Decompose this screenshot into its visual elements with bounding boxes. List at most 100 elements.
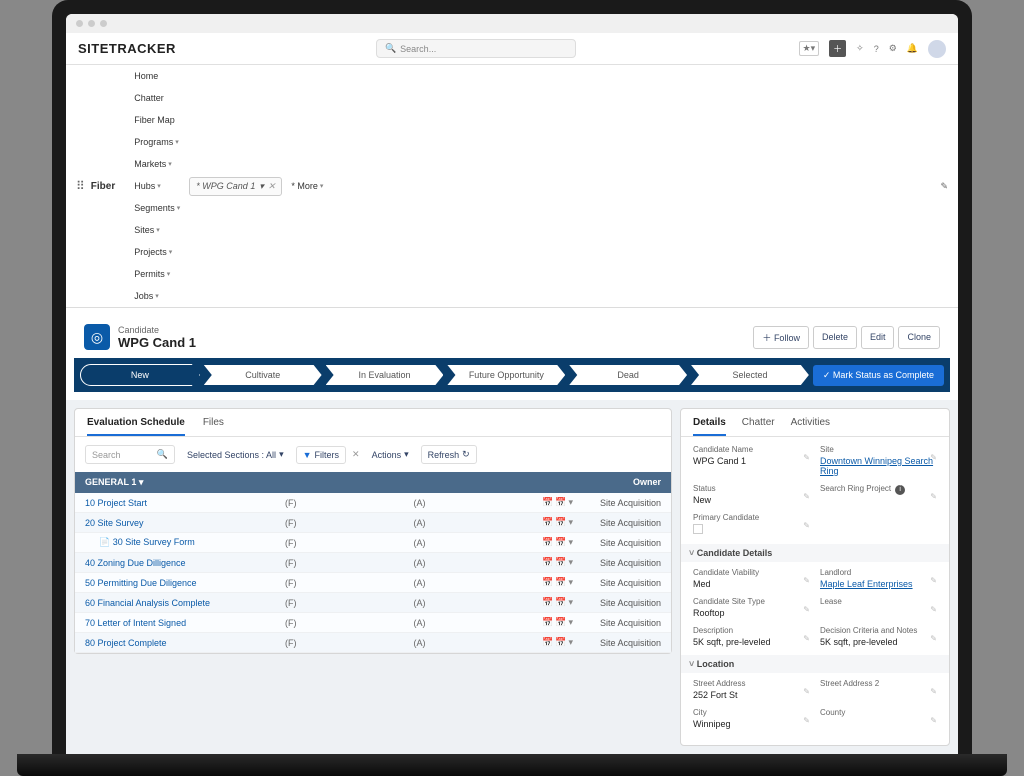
nav-permits[interactable]: Permits▾ [127,263,187,285]
edit-field-icon[interactable]: ✎ [930,605,937,614]
calendar-icon[interactable]: 📅 [555,517,566,528]
refresh-button[interactable]: Refresh ↻ [421,445,477,464]
edit-field-icon[interactable]: ✎ [803,576,810,585]
menu-icon[interactable]: ▾ [568,557,573,568]
edit-field-icon[interactable]: ✎ [803,605,810,614]
stage-in-evaluation[interactable]: In Evaluation [326,365,444,385]
landlord-link[interactable]: Maple Leaf Enterprises [820,579,937,589]
edit-field-icon[interactable]: ✎ [930,716,937,725]
edit-field-icon[interactable]: ✎ [803,492,810,501]
tab-details[interactable]: Details [693,417,726,436]
table-row[interactable]: 📄 30 Site Survey Form(F)(A)📅📅▾Site Acqui… [75,533,671,553]
menu-icon[interactable]: ▾ [568,517,573,528]
table-row[interactable]: 10 Project Start(F)(A)📅📅▾Site Acquisitio… [75,493,671,513]
stage-cultivate[interactable]: Cultivate [204,365,322,385]
nav-hubs[interactable]: Hubs▾ [127,175,187,197]
calendar-icon[interactable]: 📅 [542,597,553,608]
edit-nav-icon[interactable]: ✎ [940,181,948,192]
row-name-link[interactable]: 📄 30 Site Survey Form [85,537,285,548]
edit-field-icon[interactable]: ✎ [803,634,810,643]
row-name-link[interactable]: 40 Zoning Due Dilligence [85,558,285,568]
delete-button[interactable]: Delete [813,326,857,349]
edit-field-icon[interactable]: ✎ [803,716,810,725]
table-row[interactable]: 50 Permitting Due Diligence(F)(A)📅📅▾Site… [75,573,671,593]
calendar-icon[interactable]: 📅 [542,537,553,548]
tab-evaluation-schedule[interactable]: Evaluation Schedule [87,417,185,436]
menu-icon[interactable]: ▾ [568,577,573,588]
notification-icon[interactable]: 🔔 [907,43,918,54]
row-name-link[interactable]: 70 Letter of Intent Signed [85,618,285,628]
row-name-link[interactable]: 20 Site Survey [85,518,285,528]
calendar-icon[interactable]: 📅 [555,557,566,568]
edit-field-icon[interactable]: ✎ [803,453,810,462]
nav-segments[interactable]: Segments▾ [127,197,187,219]
edit-field-icon[interactable]: ✎ [930,634,937,643]
stage-selected[interactable]: Selected [691,365,809,385]
edit-field-icon[interactable]: ✎ [803,687,810,696]
table-row[interactable]: 80 Project Complete(F)(A)📅📅▾Site Acquisi… [75,633,671,653]
clear-filter-icon[interactable]: ✕ [352,449,360,460]
selected-sections-filter[interactable]: Selected Sections : All ▾ [181,446,290,463]
clone-button[interactable]: Clone [898,326,940,349]
close-dot[interactable] [76,20,83,27]
primary-candidate-checkbox[interactable] [693,524,703,534]
nav-fiber-map[interactable]: Fiber Map [127,109,187,131]
calendar-icon[interactable]: 📅 [555,617,566,628]
help-icon[interactable]: ? [874,44,879,54]
add-icon[interactable]: ＋ [829,40,846,57]
app-launcher-icon[interactable]: ⠿ [76,179,85,193]
calendar-icon[interactable]: 📅 [555,637,566,648]
calendar-icon[interactable]: 📅 [555,577,566,588]
info-icon[interactable]: i [895,485,905,495]
row-name-link[interactable]: 10 Project Start [85,498,285,508]
menu-icon[interactable]: ▾ [568,537,573,548]
close-tab-icon[interactable]: ✕ [268,181,276,192]
calendar-icon[interactable]: 📅 [555,537,566,548]
list-search-input[interactable]: Search🔍 [85,445,175,464]
tab-activities[interactable]: Activities [791,417,830,436]
tab-files[interactable]: Files [203,417,224,436]
trail-icon[interactable]: ✧ [856,43,864,54]
group-header[interactable]: GENERAL 1 ▾ Owner [75,472,671,493]
min-dot[interactable] [88,20,95,27]
menu-icon[interactable]: ▾ [568,497,573,508]
calendar-icon[interactable]: 📅 [542,637,553,648]
nav-jobs[interactable]: Jobs▾ [127,285,187,307]
actions-menu[interactable]: Actions ▾ [366,446,415,463]
calendar-icon[interactable]: 📅 [542,517,553,528]
row-name-link[interactable]: 60 Financial Analysis Complete [85,598,285,608]
nav-projects[interactable]: Projects▾ [127,241,187,263]
section-location[interactable]: Location [681,655,949,673]
menu-icon[interactable]: ▾ [568,637,573,648]
nav-sites[interactable]: Sites▾ [127,219,187,241]
calendar-icon[interactable]: 📅 [542,577,553,588]
table-row[interactable]: 70 Letter of Intent Signed(F)(A)📅📅▾Site … [75,613,671,633]
stage-new[interactable]: New [80,364,200,386]
stage-future-opportunity[interactable]: Future Opportunity [447,365,565,385]
edit-field-icon[interactable]: ✎ [930,492,937,501]
nav-home[interactable]: Home [127,65,187,87]
mark-complete-button[interactable]: ✓ Mark Status as Complete [813,365,944,386]
open-record-tab[interactable]: * WPG Cand 1▾ ✕ [189,177,282,196]
edit-button[interactable]: Edit [861,326,895,349]
row-name-link[interactable]: 80 Project Complete [85,638,285,648]
nav-programs[interactable]: Programs▾ [127,131,187,153]
row-name-link[interactable]: 50 Permitting Due Diligence [85,578,285,588]
calendar-icon[interactable]: 📅 [542,557,553,568]
tab-chatter[interactable]: Chatter [742,417,775,436]
user-avatar[interactable] [928,40,946,58]
favorite-icon[interactable]: ★▾ [799,41,820,56]
edit-field-icon[interactable]: ✎ [930,687,937,696]
max-dot[interactable] [100,20,107,27]
calendar-icon[interactable]: 📅 [555,497,566,508]
section-candidate-details[interactable]: Candidate Details [681,544,949,562]
edit-field-icon[interactable]: ✎ [803,521,810,530]
edit-field-icon[interactable]: ✎ [930,453,937,462]
table-row[interactable]: 60 Financial Analysis Complete(F)(A)📅📅▾S… [75,593,671,613]
menu-icon[interactable]: ▾ [568,617,573,628]
table-row[interactable]: 20 Site Survey(F)(A)📅📅▾Site Acquisition [75,513,671,533]
follow-button[interactable]: ＋ Follow [753,326,809,349]
table-row[interactable]: 40 Zoning Due Dilligence(F)(A)📅📅▾Site Ac… [75,553,671,573]
menu-icon[interactable]: ▾ [568,597,573,608]
filters-button[interactable]: ▼Filters [296,446,346,464]
